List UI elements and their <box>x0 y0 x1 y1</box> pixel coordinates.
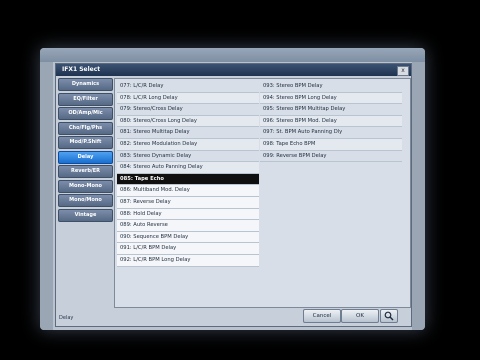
category-tab[interactable]: Reverb/ER <box>58 165 113 178</box>
effect-list-item[interactable]: 095: Stereo BPM Multitap Delay <box>260 104 402 116</box>
category-tab[interactable]: Mono-Mono <box>58 179 113 193</box>
category-tab[interactable]: OD/Amp/Mic <box>58 107 113 120</box>
category-tab[interactable]: Vintage <box>58 208 113 222</box>
magnifier-icon <box>384 311 394 321</box>
effect-list-item[interactable]: 099: Reverse BPM Delay <box>260 151 402 163</box>
effect-list-item[interactable]: 082: Stereo Modulation Delay <box>117 138 259 151</box>
effect-list-item[interactable]: 098: Tape Echo BPM <box>260 138 402 151</box>
ok-button[interactable]: OK <box>341 309 379 323</box>
background-window-right <box>412 62 425 330</box>
effect-list-item[interactable]: 084: Stereo Auto Panning Delay <box>117 162 259 174</box>
effect-list-item[interactable]: 081: Stereo Multitap Delay <box>117 127 259 139</box>
status-label: Delay <box>59 315 74 321</box>
effect-list: 077: L/C/R Delay 078: L/C/R Long Delay 079… <box>114 78 411 308</box>
effect-list-item[interactable]: 085: Tape Echo <box>117 173 259 186</box>
category-tab[interactable]: Mod/P.Shift <box>58 136 113 149</box>
effect-list-item[interactable]: 079: Stereo/Cross Delay <box>117 104 259 116</box>
category-tab[interactable]: Cho/Flg/Phs <box>58 121 113 135</box>
ifx-select-dialog: IFX1 Select x Dynamics EQ/Filter OD/Amp/Mi… <box>55 63 412 327</box>
cancel-button[interactable]: Cancel <box>303 309 341 323</box>
effect-column-left: 077: L/C/R Delay 078: L/C/R Long Delay 079… <box>117 81 259 267</box>
category-tab[interactable]: Dynamics <box>58 78 113 91</box>
effect-list-item[interactable]: 087: Reverse Delay <box>117 196 259 209</box>
category-tabs: Dynamics EQ/Filter OD/Amp/Mic Cho/Flg/Phs Mo… <box>58 78 113 223</box>
effect-list-item[interactable]: 089: Auto Reverse <box>117 220 259 232</box>
effect-list-item[interactable]: 092: L/C/R BPM Long Delay <box>117 254 259 267</box>
effect-list-item[interactable]: 080: Stereo/Cross Long Delay <box>117 115 259 128</box>
effect-list-item[interactable]: 078: L/C/R Long Delay <box>117 92 259 105</box>
effect-list-item[interactable]: 086: Multiband Mod. Delay <box>117 185 259 197</box>
category-tab[interactable]: Delay <box>58 150 113 164</box>
close-button[interactable]: x <box>397 66 409 76</box>
background-window-titlebar <box>40 48 425 62</box>
effect-list-item[interactable]: 091: L/C/R BPM Delay <box>117 243 259 255</box>
effect-list-item[interactable]: 088: Hold Delay <box>117 208 259 221</box>
dialog-title: IFX1 Select <box>56 64 411 76</box>
background-window-left <box>40 62 53 330</box>
effect-list-item[interactable]: 097: St. BPM Auto Panning Dly <box>260 127 402 139</box>
effect-list-item[interactable]: 090: Sequence BPM Delay <box>117 231 259 244</box>
category-tab[interactable]: Mono/Mono <box>58 194 113 207</box>
monitor-screen: IFX1 Select x Dynamics EQ/Filter OD/Amp/Mi… <box>40 48 425 330</box>
effect-list-item[interactable]: 093: Stereo BPM Delay <box>260 81 402 93</box>
effect-list-item[interactable]: 094: Stereo BPM Long Delay <box>260 92 402 105</box>
effect-list-item[interactable]: 096: Stereo BPM Mod. Delay <box>260 115 402 128</box>
search-button[interactable] <box>380 309 398 323</box>
category-tab[interactable]: EQ/Filter <box>58 92 113 106</box>
effect-list-item[interactable]: 083: Stereo Dynamic Delay <box>117 151 259 163</box>
effect-column-right: 093: Stereo BPM Delay 094: Stereo BPM Lon… <box>260 81 402 163</box>
effect-list-item[interactable]: 077: L/C/R Delay <box>117 81 259 93</box>
